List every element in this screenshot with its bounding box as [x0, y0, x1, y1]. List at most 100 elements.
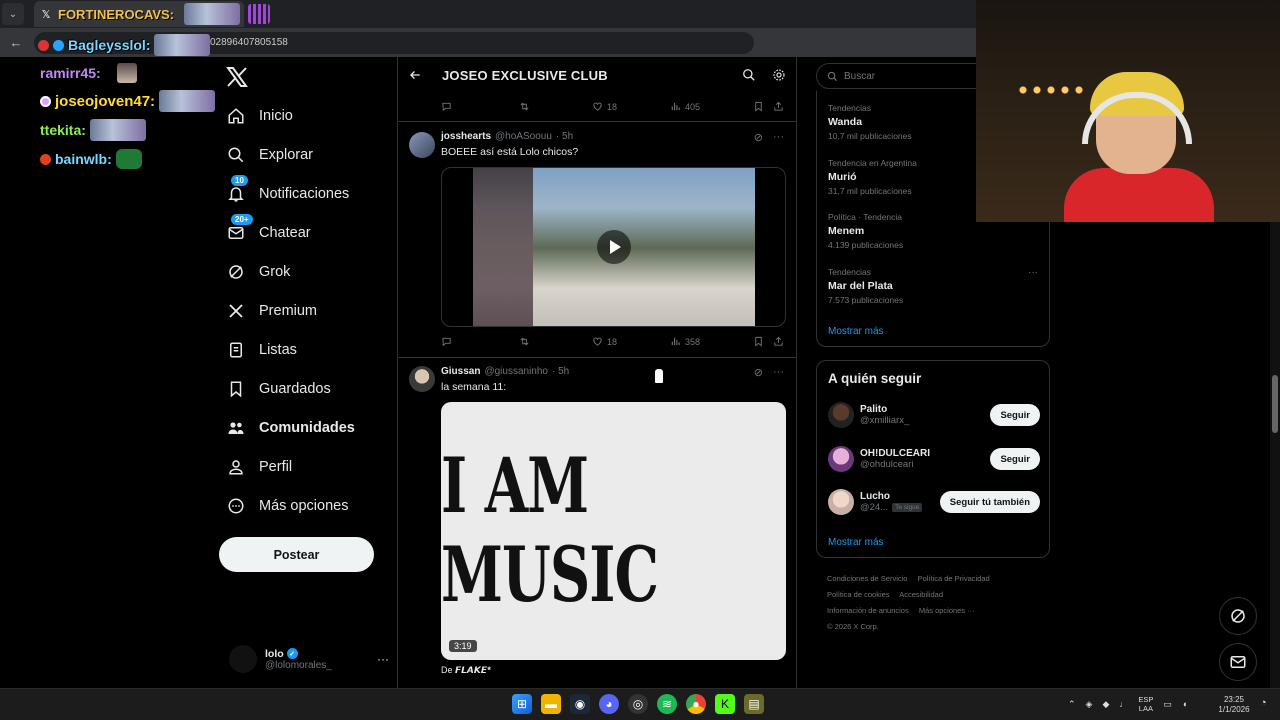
speaker-icon[interactable]: ◖: [1182, 699, 1187, 709]
back-arrow-icon[interactable]: [408, 68, 422, 82]
kick-icon[interactable]: K: [715, 694, 735, 714]
follow-suggestion[interactable]: Palito @xmilliarx_ Seguir: [828, 400, 1040, 430]
follow-suggestion[interactable]: Lucho @24... Te sigue Seguir tú también: [828, 487, 1040, 517]
account-switcher[interactable]: lolo ✓ @lolomorales_ ···: [229, 642, 389, 676]
windows-taskbar: ⊞ ▬ ◉ ◕ ◎ ≋ ● K ▤ ⌃ ◈ ◆ ♩ ESP LAA ▭ ◖ 23…: [0, 688, 1280, 720]
microphone-icon[interactable]: ♩: [1119, 699, 1128, 709]
follow-suggestion[interactable]: OH!DULCEARI @ohdulceari Seguir: [828, 444, 1040, 474]
footer-link[interactable]: Política de Privacidad: [918, 574, 990, 583]
language-indicator[interactable]: ESP LAA: [1138, 695, 1153, 713]
notification-bell-icon[interactable]: ◔: [1260, 697, 1267, 709]
x-logo-icon[interactable]: [225, 65, 249, 89]
chevron-up-icon[interactable]: ⌃: [1068, 699, 1076, 710]
security-icon[interactable]: ◆: [1102, 699, 1109, 710]
video-source-name: 𝙁𝙇𝘼𝙆𝙀*: [455, 665, 491, 675]
follow-handle: @xmilliarx_: [860, 415, 910, 426]
play-icon[interactable]: [596, 230, 631, 264]
footer-link[interactable]: Más opciones ···: [919, 606, 975, 615]
show-more-trends-link[interactable]: Mostrar más: [828, 326, 884, 337]
avatar[interactable]: [409, 132, 435, 158]
scrollbar-thumb[interactable]: [1272, 375, 1278, 433]
heart-icon: [593, 337, 602, 346]
grok-icon[interactable]: ⊘: [754, 366, 763, 379]
video-source[interactable]: De 𝙁𝙇𝘼𝙆𝙀*: [441, 665, 491, 676]
show-more-follow-link[interactable]: Mostrar más: [828, 537, 884, 548]
nav-item-grok[interactable]: Grok: [227, 259, 290, 285]
bookmark-button[interactable]: [753, 101, 773, 112]
tweet-author-name[interactable]: josshearts: [441, 131, 491, 142]
follow-back-button[interactable]: Seguir tú también: [939, 491, 1040, 513]
more-dots-icon[interactable]: ···: [773, 131, 784, 144]
nav-item-inicio[interactable]: Inicio: [227, 103, 293, 129]
repost-button[interactable]: [519, 101, 592, 112]
messages-fab-button[interactable]: [1219, 643, 1257, 681]
reply-button[interactable]: [441, 336, 519, 347]
streamer-figure: [1064, 58, 1214, 222]
reply-button[interactable]: [441, 101, 519, 112]
nav-item-notificaciones[interactable]: 10 Notificaciones: [227, 175, 349, 207]
tweet-video[interactable]: I AM MUSIC 3:19: [441, 402, 786, 660]
nav-item-mas-opciones[interactable]: Más opciones: [227, 493, 348, 519]
search-icon[interactable]: [742, 68, 756, 82]
tab-search-button[interactable]: ⌄: [2, 3, 24, 25]
footer-link[interactable]: Información de anuncios: [827, 606, 909, 615]
taskbar-clock[interactable]: 23:25 1/1/2026: [1212, 695, 1256, 715]
share-button[interactable]: [773, 101, 784, 112]
nav-item-chatear[interactable]: 20+ Chatear: [227, 214, 311, 246]
grok-fab-button[interactable]: [1219, 597, 1257, 635]
chrome-icon[interactable]: ●: [686, 694, 706, 714]
nav-label: Listas: [259, 342, 297, 358]
tweet-video[interactable]: [441, 167, 786, 327]
tweet-header: Giussan @giussaninho · 5h: [441, 366, 569, 377]
more-dots-icon[interactable]: ···: [773, 366, 784, 379]
views-button[interactable]: 405: [670, 101, 753, 112]
tweet-author-name[interactable]: Giussan: [441, 366, 480, 377]
display-icon[interactable]: ▭: [1163, 699, 1172, 710]
back-arrow-icon[interactable]: ←: [8, 35, 24, 50]
more-dots-icon[interactable]: ···: [377, 652, 389, 666]
network-app-icon[interactable]: ◈: [1086, 699, 1093, 710]
windows-start-icon[interactable]: ⊞: [512, 694, 532, 714]
like-button[interactable]: 18: [592, 101, 670, 112]
trend-item[interactable]: Tendencias Mar del Plata 7.573 publicaci…: [828, 267, 1038, 305]
footer-link[interactable]: Accesibilidad: [899, 590, 943, 599]
follow-button[interactable]: Seguir: [990, 448, 1040, 470]
repost-icon: [520, 337, 529, 346]
obs-icon[interactable]: ◎: [628, 694, 648, 714]
webcam-overlay: [976, 0, 1280, 222]
follow-button[interactable]: Seguir: [990, 404, 1040, 426]
nav-item-listas[interactable]: Listas: [227, 337, 297, 363]
gear-icon[interactable]: [772, 68, 786, 82]
like-button[interactable]: 18: [592, 336, 670, 347]
tweet-time[interactable]: · 5h: [556, 131, 573, 142]
follow-name: OH!DULCEARI: [860, 448, 930, 459]
mail-icon: [228, 227, 244, 239]
discord-icon[interactable]: ◕: [599, 694, 619, 714]
repost-button[interactable]: [519, 336, 592, 347]
tweet-author-handle[interactable]: @hoASoouu: [495, 131, 552, 142]
avatar: [828, 489, 854, 515]
views-icon: [671, 102, 680, 111]
notification-badge: 10: [231, 175, 248, 186]
grok-icon[interactable]: ⊘: [754, 131, 763, 144]
share-button[interactable]: [773, 336, 784, 347]
bookmark-button[interactable]: [753, 336, 773, 347]
steam-icon[interactable]: ◉: [570, 694, 590, 714]
nav-item-explorar[interactable]: Explorar: [227, 142, 313, 168]
tweet-author-handle[interactable]: @giussaninho: [484, 366, 548, 377]
post-button[interactable]: Postear: [219, 537, 374, 572]
avatar[interactable]: [409, 366, 435, 392]
nav-item-comunidades[interactable]: Comunidades: [227, 415, 355, 441]
views-button[interactable]: 358: [670, 336, 753, 347]
footer-link[interactable]: Política de cookies: [827, 590, 890, 599]
nav-item-guardados[interactable]: Guardados: [227, 376, 331, 402]
tab-title: FORTINEROCAVS:: [58, 6, 175, 22]
nav-item-perfil[interactable]: Perfil: [227, 454, 292, 480]
more-dots-icon[interactable]: ···: [1028, 267, 1038, 278]
file-explorer-icon[interactable]: ▬: [541, 694, 561, 714]
nav-item-premium[interactable]: Premium: [227, 298, 317, 324]
app-icon[interactable]: ▤: [744, 694, 764, 714]
tweet-time[interactable]: · 5h: [552, 366, 569, 377]
spotify-icon[interactable]: ≋: [657, 694, 677, 714]
footer-link[interactable]: Condiciones de Servicio: [827, 574, 907, 583]
